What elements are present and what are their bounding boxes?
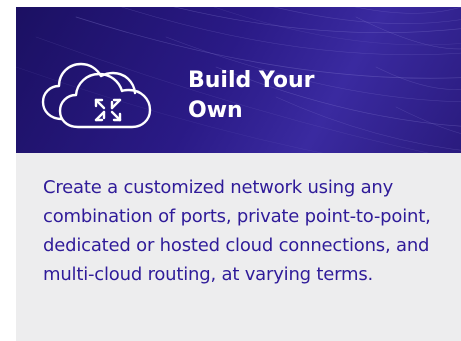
- cloud-arrows-icon: [41, 62, 152, 129]
- build-your-own-card[interactable]: Build Your Own Create a customized netwo…: [16, 7, 461, 341]
- card-banner: Build Your Own: [16, 7, 461, 153]
- card-description: Create a customized network using any co…: [43, 177, 431, 285]
- card-title: Build Your Own: [188, 68, 315, 123]
